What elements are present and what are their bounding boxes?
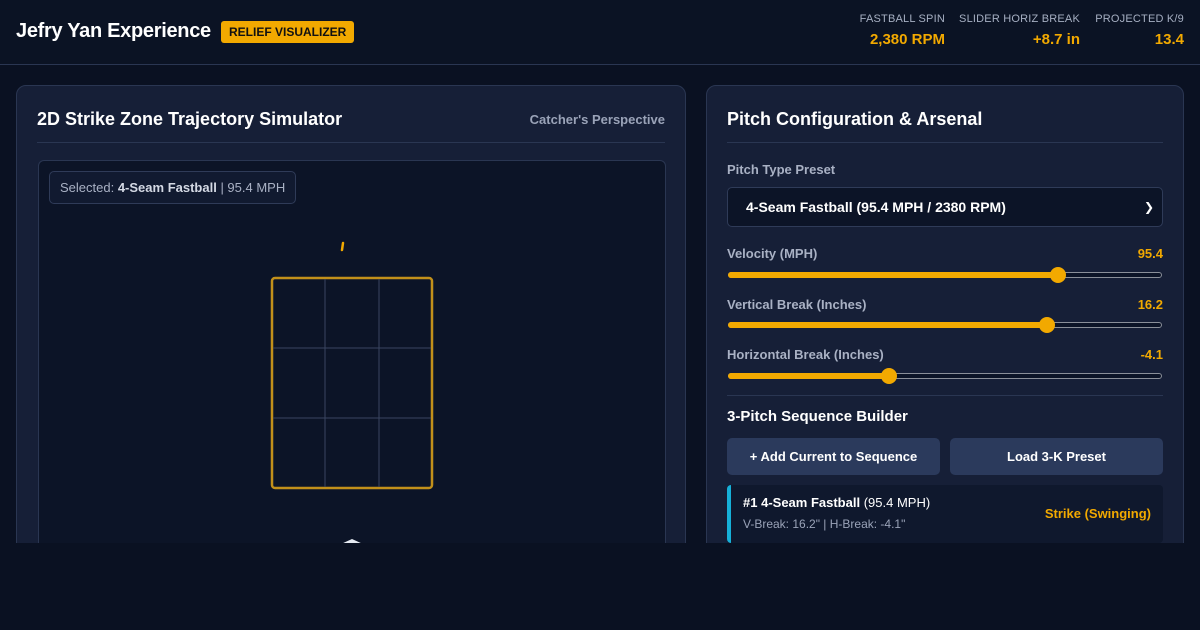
selected-pitch-name: 4-Seam Fastball bbox=[117, 180, 217, 195]
sequence-item-pitch: 4-Seam Fastball bbox=[761, 495, 861, 510]
pitch-type-select[interactable]: 4-Seam Fastball (95.4 MPH / 2380 RPM) ❯ bbox=[727, 187, 1163, 227]
slider-fill bbox=[728, 322, 1047, 328]
slider-thumb[interactable] bbox=[1049, 267, 1066, 283]
slider-fill bbox=[728, 373, 889, 379]
preset-label: Pitch Type Preset bbox=[727, 162, 836, 177]
horizontal-break-slider[interactable] bbox=[727, 368, 1163, 384]
chevron-down-icon: ❯ bbox=[1143, 200, 1154, 214]
divider bbox=[37, 142, 665, 143]
velocity-label: Velocity (MPH) bbox=[727, 246, 818, 261]
relief-visualizer-badge: RELIEF VISUALIZER bbox=[221, 21, 355, 43]
selected-pitch-speed: | 95.4 MPH bbox=[216, 180, 286, 195]
stat-label: SLIDER HORIZ BREAK bbox=[959, 13, 1080, 25]
perspective-label: Catcher's Perspective bbox=[529, 112, 665, 127]
slider-thumb[interactable] bbox=[880, 368, 897, 384]
select-value: 4-Seam Fastball (95.4 MPH / 2380 RPM) bbox=[746, 199, 1006, 215]
app-title: Jefry Yan Experience bbox=[16, 20, 211, 42]
sequence-item[interactable]: #1 4-Seam Fastball (95.4 MPH) V-Break: 1… bbox=[727, 485, 1163, 543]
config-title: Pitch Configuration & Arsenal bbox=[727, 109, 983, 129]
stat-label: PROJECTED K/9 bbox=[1095, 13, 1184, 25]
vertical-break-value: 16.2 bbox=[1137, 297, 1163, 312]
stat-slider-horiz-break: SLIDER HORIZ BREAK +8.7 in bbox=[959, 13, 1080, 48]
sequence-item-breaks: V-Break: 16.2" | H-Break: -4.1" bbox=[743, 517, 906, 531]
sequence-item-speed: (95.4 MPH) bbox=[863, 495, 931, 510]
sequence-item-index: #1 bbox=[743, 495, 758, 510]
divider bbox=[727, 142, 1163, 143]
strike-zone-graphic bbox=[270, 241, 434, 556]
stat-label: FASTBALL SPIN bbox=[859, 13, 945, 25]
slider-thumb[interactable] bbox=[1038, 317, 1055, 333]
strike-zone-box bbox=[270, 276, 434, 490]
simulator-title: 2D Strike Zone Trajectory Simulator bbox=[37, 109, 343, 129]
horizontal-break-value: -4.1 bbox=[1140, 347, 1163, 362]
vertical-break-label: Vertical Break (Inches) bbox=[727, 297, 867, 312]
sequence-builder-title: 3-Pitch Sequence Builder bbox=[727, 408, 908, 425]
sequence-item-result: Strike (Swinging) bbox=[1044, 506, 1151, 521]
strike-zone-canvas[interactable]: Selected: 4-Seam Fastball | 95.4 MPH bbox=[38, 160, 666, 580]
pitch-trajectory-marker bbox=[340, 241, 345, 252]
sequence-item-title: #1 4-Seam Fastball (95.4 MPH) bbox=[743, 495, 930, 510]
stat-projected-k9: PROJECTED K/9 13.4 bbox=[1095, 13, 1184, 48]
velocity-value: 95.4 bbox=[1137, 246, 1163, 261]
simulator-card: 2D Strike Zone Trajectory Simulator Catc… bbox=[16, 85, 686, 580]
divider bbox=[727, 395, 1163, 396]
top-bar: Jefry Yan Experience RELIEF VISUALIZER F… bbox=[0, 0, 1200, 65]
load-3k-preset-button[interactable]: Load 3-K Preset bbox=[950, 438, 1163, 475]
stat-value: +8.7 in bbox=[1032, 31, 1080, 48]
stat-fastball-spin: FASTBALL SPIN 2,380 RPM bbox=[860, 13, 945, 48]
slider-fill bbox=[728, 272, 1058, 278]
stat-value: 13.4 bbox=[1154, 31, 1184, 48]
velocity-slider[interactable] bbox=[727, 267, 1163, 283]
pitch-config-card: Pitch Configuration & Arsenal Pitch Type… bbox=[706, 85, 1184, 565]
horizontal-break-label: Horizontal Break (Inches) bbox=[727, 347, 884, 362]
vertical-break-slider[interactable] bbox=[727, 317, 1163, 333]
page-background bbox=[0, 543, 1200, 630]
add-to-sequence-button[interactable]: + Add Current to Sequence bbox=[727, 438, 940, 475]
stat-value: 2,380 RPM bbox=[869, 31, 945, 48]
selected-pitch-chip: Selected: 4-Seam Fastball | 95.4 MPH bbox=[49, 171, 297, 204]
selected-prefix: Selected: bbox=[60, 180, 118, 195]
